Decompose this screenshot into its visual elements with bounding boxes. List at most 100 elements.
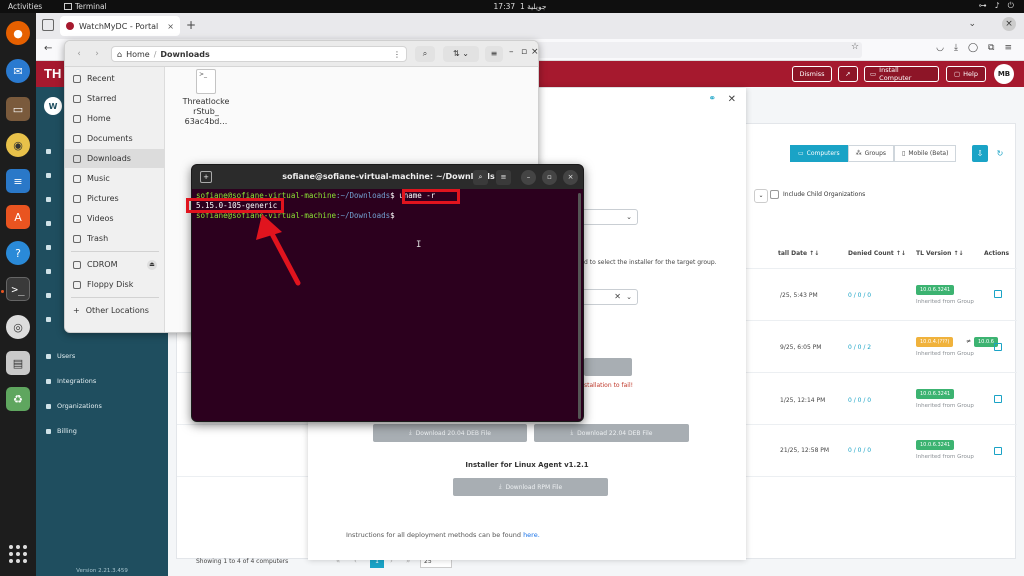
sidebar-item-7[interactable] xyxy=(46,293,51,298)
help-icon[interactable]: ? xyxy=(6,241,30,265)
dismiss-button[interactable]: Dismiss xyxy=(792,66,832,82)
instructions-link[interactable]: here. xyxy=(523,531,540,539)
download-20-04-deb-button[interactable]: ⤓ Download 20.04 DEB File xyxy=(373,424,527,442)
system-tray[interactable]: ⊶ ♪ ⏻ xyxy=(979,1,1014,11)
download-rpm-button[interactable]: ⤓ Download RPM File xyxy=(453,478,608,496)
firefox-icon[interactable]: ● xyxy=(6,21,30,45)
terminal-output[interactable]: sofiane@sofiane-virtual-machine:~/Downlo… xyxy=(192,189,583,421)
path-current[interactable]: Downloads xyxy=(160,50,209,59)
export-button[interactable]: ⇩ xyxy=(972,145,988,162)
menu-button[interactable]: ≡ xyxy=(485,46,503,62)
eject-icon[interactable]: ⏏ xyxy=(147,259,157,270)
install-computer-button[interactable]: ▭ Install Computer xyxy=(864,66,939,82)
sidebar-item-pictures[interactable]: Pictures xyxy=(65,189,165,208)
sidebar-item-2[interactable] xyxy=(46,173,51,178)
sidebar-item-billing[interactable]: Billing xyxy=(46,427,77,435)
software-icon[interactable]: A xyxy=(6,205,30,229)
url-bar[interactable] xyxy=(536,42,862,58)
edit-action-icon[interactable] xyxy=(994,447,1002,455)
minimize-icon[interactable]: – xyxy=(521,170,536,185)
sidebar-item-8[interactable] xyxy=(46,317,51,322)
help-button[interactable]: ▢ Help xyxy=(946,66,986,82)
writer-icon[interactable]: ≡ xyxy=(6,169,30,193)
back-icon[interactable]: ← xyxy=(44,43,52,54)
files-icon[interactable]: ▭ xyxy=(6,97,30,121)
search-button[interactable]: ⌕ xyxy=(473,170,488,185)
download-22-04-deb-button[interactable]: ⤓ Download 22.04 DEB File xyxy=(534,424,689,442)
sort-button[interactable]: ⇅ ⌄ xyxy=(443,46,479,62)
menu-icon[interactable]: ≡ xyxy=(1004,43,1012,53)
edit-action-icon[interactable] xyxy=(994,290,1002,298)
disc-icon[interactable]: ◎ xyxy=(6,315,30,339)
account-icon[interactable]: ◯ xyxy=(968,43,978,53)
organization-dropdown[interactable]: ⌄ xyxy=(754,189,768,203)
sidebar-item-1[interactable] xyxy=(46,149,51,154)
rhythmbox-icon[interactable]: ◉ xyxy=(6,133,30,157)
sidebar-item-organizations[interactable]: Organizations xyxy=(46,402,102,410)
sidebar-item-music[interactable]: Music xyxy=(65,169,165,188)
close-window-icon[interactable]: × xyxy=(1002,17,1016,31)
close-icon[interactable]: × xyxy=(531,47,538,57)
workspace-avatar[interactable]: W xyxy=(44,97,62,115)
terminal-icon[interactable]: >_ xyxy=(6,277,30,301)
sidebar-item-floppy-disk[interactable]: Floppy Disk xyxy=(65,275,165,294)
column-header-install-date[interactable]: tall Date ↑↓ xyxy=(778,250,819,257)
maximize-icon[interactable]: ▫ xyxy=(542,170,557,185)
more-icon[interactable]: ⋮ xyxy=(393,50,401,59)
sidebar-item-home[interactable]: Home xyxy=(65,109,165,128)
forward-icon[interactable]: › xyxy=(89,46,105,62)
disk-icon[interactable]: ▤ xyxy=(6,351,30,375)
path-home[interactable]: Home xyxy=(126,50,150,59)
sidebar-item-6[interactable] xyxy=(46,269,51,274)
thunderbird-icon[interactable]: ✉ xyxy=(6,59,30,83)
tab-groups[interactable]: ⁂ Groups xyxy=(847,145,895,162)
app-menu[interactable]: Terminal xyxy=(64,2,107,11)
clock[interactable]: 17:37 جويلية 1 xyxy=(480,2,560,11)
sidebar-item-5[interactable] xyxy=(46,245,51,250)
sidebar-item-videos[interactable]: Videos xyxy=(65,209,165,228)
pocket-icon[interactable]: ◡ xyxy=(936,43,944,53)
search-button[interactable]: ⌕ xyxy=(415,46,435,62)
sidebar-item-integrations[interactable]: Integrations xyxy=(46,377,96,385)
sidebar-item-cdrom[interactable]: CDROM ⏏ xyxy=(65,255,165,274)
menu-button[interactable]: ≡ xyxy=(496,170,511,185)
edit-action-icon[interactable] xyxy=(994,343,1002,351)
sidebar-toggle-icon[interactable] xyxy=(42,19,54,31)
avatar[interactable]: MB xyxy=(994,64,1014,84)
sidebar-item-recent[interactable]: Recent xyxy=(65,69,165,88)
activities-button[interactable]: Activities xyxy=(8,2,42,11)
path-bar[interactable]: ⌂ Home / Downloads ⋮ xyxy=(111,46,407,62)
file-item[interactable]: >_ Threatlocke rStub_ 63ac4bd… xyxy=(181,69,231,127)
sidebar-item-downloads[interactable]: Downloads xyxy=(65,149,165,168)
maximize-icon[interactable]: ▫ xyxy=(521,47,527,57)
rocket-button[interactable]: ➚ xyxy=(838,66,858,82)
denied-count-cell[interactable]: 0 / 0 / 2 xyxy=(848,344,871,351)
close-icon[interactable]: × xyxy=(563,170,578,185)
trash-icon[interactable]: ♻ xyxy=(6,387,30,411)
sidebar-item-3[interactable] xyxy=(46,197,51,202)
minimize-icon[interactable]: – xyxy=(509,47,514,57)
denied-count-cell[interactable]: 0 / 0 / 0 xyxy=(848,397,871,404)
terminal-scrollbar[interactable] xyxy=(578,193,581,419)
tab-mobile[interactable]: ▯ Mobile (Beta) xyxy=(894,145,957,162)
browser-tab[interactable]: WatchMyDC - Portal × xyxy=(60,16,180,36)
extensions-icon[interactable]: ⧉ xyxy=(988,43,994,53)
edit-action-icon[interactable] xyxy=(994,395,1002,403)
column-header-tl-version[interactable]: TL Version ↑↓ xyxy=(916,250,964,257)
sidebar-item-other-locations[interactable]: + Other Locations xyxy=(65,301,165,320)
denied-count-cell[interactable]: 0 / 0 / 0 xyxy=(848,447,871,454)
new-tab-button[interactable]: + xyxy=(186,18,196,32)
close-tab-icon[interactable]: × xyxy=(167,22,174,31)
refresh-button[interactable]: ↻ xyxy=(992,145,1008,162)
column-header-denied-count[interactable]: Denied Count ↑↓ xyxy=(848,250,906,257)
tab-computers[interactable]: ▭ Computers xyxy=(790,145,848,162)
sidebar-item-4[interactable] xyxy=(46,221,51,226)
include-child-checkbox[interactable]: Include Child Organizations xyxy=(770,190,865,199)
back-icon[interactable]: ‹ xyxy=(71,46,87,62)
download-button-partial[interactable] xyxy=(584,358,632,376)
clear-icon[interactable]: ✕ xyxy=(614,292,621,301)
downloads-icon[interactable]: ⤓ xyxy=(954,43,958,53)
sidebar-item-users[interactable]: Users xyxy=(46,352,75,360)
bookmark-star-icon[interactable]: ☆ xyxy=(851,42,859,52)
sidebar-item-trash[interactable]: Trash xyxy=(65,229,165,248)
